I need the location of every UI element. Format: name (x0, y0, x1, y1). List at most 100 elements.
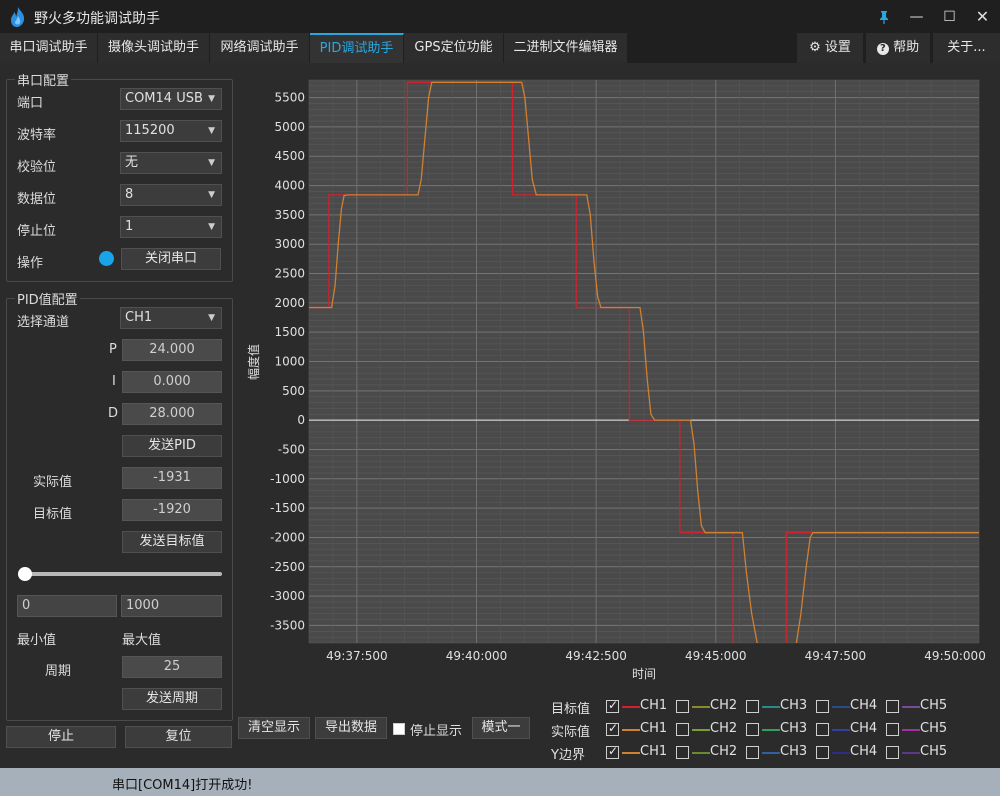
legend-checkbox[interactable] (886, 723, 899, 736)
legend-checkbox[interactable] (606, 744, 619, 759)
tab-serial[interactable]: 串口调试助手 (0, 33, 98, 63)
parity-select[interactable]: 无 ▼ (120, 152, 222, 174)
baud-label: 波特率 (17, 128, 57, 143)
x-tick-label: 49:42:500 (565, 649, 627, 663)
legend-color-swatch (832, 752, 850, 754)
x-tick-label: 49:40:000 (446, 649, 508, 663)
p-input[interactable]: 24.000 (122, 339, 222, 361)
legend-channel-label: CH5 (920, 721, 948, 736)
export-data-button[interactable]: 导出数据 (315, 717, 387, 739)
gear-icon: ⚙ (809, 40, 821, 55)
legend-checkbox[interactable] (676, 746, 689, 759)
y-tick-label: 4500 (274, 149, 305, 163)
legend-channel-label: CH5 (920, 744, 948, 759)
legend-color-swatch (762, 752, 780, 754)
tab-camera[interactable]: 摄像头调试助手 (98, 33, 210, 63)
legend-color-swatch (902, 729, 920, 731)
status-bar: 串口[COM14]打开成功! (0, 768, 1000, 796)
target-slider-track[interactable] (18, 572, 222, 576)
legend-checkbox[interactable] (606, 721, 619, 736)
send-pid-button[interactable]: 发送PID (122, 435, 222, 457)
parity-label: 校验位 (17, 160, 57, 175)
legend-checkbox[interactable] (606, 698, 619, 713)
y-tick-label: 4000 (274, 179, 305, 193)
stop-button[interactable]: 停止 (6, 726, 116, 748)
tab-gps[interactable]: GPS定位功能 (404, 33, 504, 63)
mode-button[interactable]: 模式一 (472, 717, 530, 739)
help-button[interactable]: ? 帮助 (866, 33, 930, 63)
legend-color-swatch (832, 729, 850, 731)
y-tick-label: -2000 (270, 530, 305, 544)
legend-color-swatch (762, 729, 780, 731)
i-label: I (112, 374, 116, 389)
slider-min-input[interactable]: 0 (17, 595, 117, 617)
port-label: 端口 (17, 96, 44, 111)
y-tick-label: -1000 (270, 472, 305, 486)
p-label: P (109, 342, 117, 357)
legend-channel-label: CH3 (780, 721, 808, 736)
legend-checkbox[interactable] (816, 746, 829, 759)
chevron-down-icon: ▼ (208, 126, 215, 136)
chevron-down-icon: ▼ (208, 158, 215, 168)
stop-display-checkbox[interactable] (393, 723, 405, 735)
d-input[interactable]: 28.000 (122, 403, 222, 425)
legend-checkbox[interactable] (746, 746, 759, 759)
connection-status-indicator (99, 251, 114, 266)
chevron-down-icon: ▼ (208, 190, 215, 200)
y-tick-label: 3500 (274, 208, 305, 222)
databits-select[interactable]: 8 ▼ (120, 184, 222, 206)
reset-button[interactable]: 复位 (125, 726, 232, 748)
tab-binary-editor[interactable]: 二进制文件编辑器 (504, 33, 628, 63)
stopbits-label: 停止位 (17, 224, 57, 239)
tab-network[interactable]: 网络调试助手 (210, 33, 310, 63)
legend-checkbox[interactable] (886, 700, 899, 713)
x-tick-label: 49:45:000 (685, 649, 747, 663)
legend-checkbox[interactable] (816, 700, 829, 713)
y-axis-label: 幅度值 (246, 344, 261, 380)
legend-checkbox[interactable] (746, 723, 759, 736)
help-label: 帮助 (893, 40, 920, 55)
legend-color-swatch (832, 706, 850, 708)
clear-display-button[interactable]: 清空显示 (238, 717, 310, 739)
port-value: COM14 USB (125, 91, 203, 106)
stopbits-select[interactable]: 1 ▼ (120, 216, 222, 238)
legend-checkbox[interactable] (676, 723, 689, 736)
send-target-button[interactable]: 发送目标值 (122, 531, 222, 553)
close-serial-button[interactable]: 关闭串口 (121, 248, 221, 270)
maximize-button[interactable]: ☐ (933, 0, 966, 33)
legend-color-swatch (692, 752, 710, 754)
about-button[interactable]: 关于... (933, 33, 1000, 63)
target-slider-handle[interactable] (18, 567, 32, 581)
y-tick-label: -500 (278, 442, 305, 456)
legend-channel-label: CH4 (850, 721, 878, 736)
legend-color-swatch (622, 706, 640, 708)
port-select[interactable]: COM14 USB ▼ (120, 88, 222, 110)
tab-pid[interactable]: PID调试助手 (310, 33, 404, 63)
close-button[interactable]: ✕ (966, 0, 999, 33)
minimize-button[interactable]: — (900, 0, 933, 33)
slider-max-input[interactable]: 1000 (121, 595, 222, 617)
legend-color-swatch (622, 752, 640, 754)
tab-bar: 串口调试助手 摄像头调试助手 网络调试助手 PID调试助手 GPS定位功能 二进… (0, 33, 1000, 63)
settings-button[interactable]: ⚙ 设置 (797, 33, 863, 63)
baud-select[interactable]: 115200 ▼ (120, 120, 222, 142)
i-input[interactable]: 0.000 (122, 371, 222, 393)
pin-icon[interactable] (867, 0, 900, 33)
legend-checkbox[interactable] (676, 700, 689, 713)
y-tick-label: -2500 (270, 560, 305, 574)
send-period-button[interactable]: 发送周期 (122, 688, 222, 710)
period-input[interactable]: 25 (122, 656, 222, 678)
y-tick-label: -3500 (270, 618, 305, 632)
actual-value-label: 实际值 (33, 475, 73, 490)
target-value-input[interactable]: -1920 (122, 499, 222, 521)
legend-checkbox[interactable] (746, 700, 759, 713)
legend-checkbox[interactable] (816, 723, 829, 736)
y-tick-label: 500 (282, 384, 305, 398)
stopbits-value: 1 (125, 219, 134, 234)
legend-color-swatch (762, 706, 780, 708)
max-label: 最大值 (122, 633, 162, 648)
legend-row-label: 实际值 (551, 725, 591, 740)
legend-checkbox[interactable] (886, 746, 899, 759)
x-axis-label: 时间 (632, 667, 656, 681)
channel-select[interactable]: CH1 ▼ (120, 307, 222, 329)
